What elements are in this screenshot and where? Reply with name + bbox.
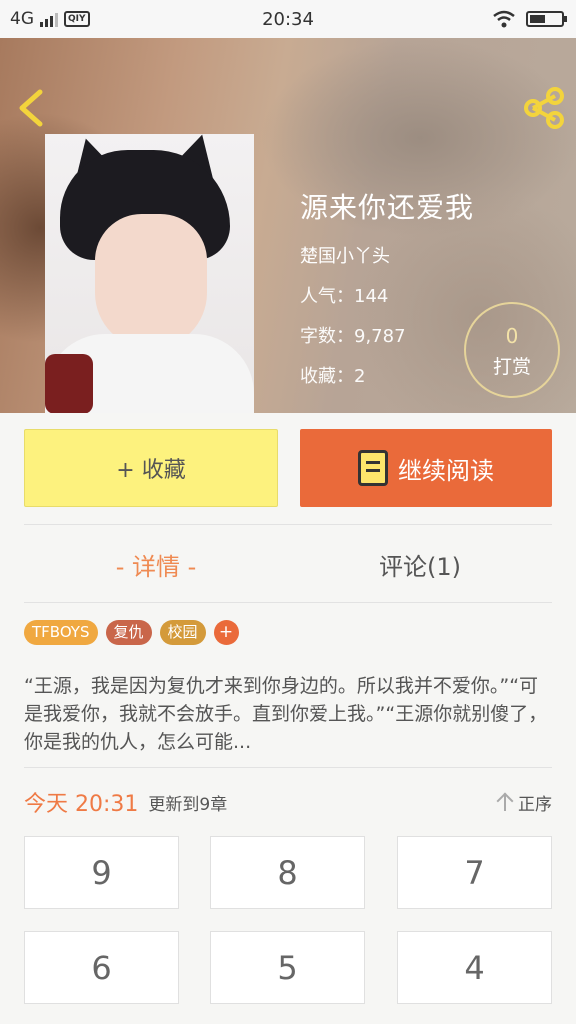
tab-details[interactable]: - 详情 - bbox=[24, 525, 288, 603]
detail-tabs: - 详情 - 评论(1) bbox=[24, 525, 552, 603]
chapter-button-5[interactable]: 5 bbox=[210, 931, 365, 1004]
sort-order-button[interactable]: 正序 bbox=[496, 790, 552, 815]
sort-order-label: 正序 bbox=[518, 794, 552, 815]
chapter-button-6[interactable]: 6 bbox=[24, 931, 179, 1004]
update-row: 今天 20:31 更新到9章 正序 bbox=[24, 786, 552, 818]
book-icon bbox=[358, 450, 388, 486]
book-info: 源来你还爱我 楚国小丫头 人气：144 字数：9,787 收藏：2 bbox=[300, 186, 474, 388]
chapter-button-4[interactable]: 4 bbox=[397, 931, 552, 1004]
continue-reading-label: 继续阅读 bbox=[398, 456, 494, 485]
add-favorite-button[interactable]: + 收藏 bbox=[24, 429, 278, 507]
book-author[interactable]: 楚国小丫头 bbox=[300, 242, 474, 268]
chapter-button-9[interactable]: 9 bbox=[24, 836, 179, 909]
book-cover-image[interactable] bbox=[45, 134, 254, 413]
arrow-up-icon bbox=[496, 793, 514, 811]
book-summary[interactable]: “王源，我是因为复仇才来到你身边的。所以我并不爱你。”“可是我爱你，我就不会放手… bbox=[24, 672, 554, 756]
divider bbox=[24, 602, 552, 603]
update-time: 今天 20:31 bbox=[24, 792, 139, 817]
clock: 20:34 bbox=[262, 9, 314, 30]
action-buttons: + 收藏 继续阅读 bbox=[24, 429, 552, 507]
word-count-row: 字数：9,787 bbox=[300, 326, 406, 347]
status-right bbox=[492, 10, 567, 28]
wifi-icon bbox=[493, 10, 515, 28]
favorites-value: 2 bbox=[354, 366, 366, 387]
book-header: 源来你还爱我 楚国小丫头 人气：144 字数：9,787 收藏：2 0 打赏 bbox=[0, 38, 576, 413]
popularity-row: 人气：144 bbox=[300, 286, 389, 307]
tag-revenge[interactable]: 复仇 bbox=[105, 620, 152, 645]
tip-label: 打赏 bbox=[492, 356, 531, 378]
update-text: 更新到9章 bbox=[148, 794, 228, 815]
tab-comments[interactable]: 评论(1) bbox=[288, 525, 552, 603]
tag-list: TFBOYS 复仇 校园 + bbox=[24, 620, 239, 645]
favorites-row: 收藏：2 bbox=[300, 366, 366, 387]
chapter-button-8[interactable]: 8 bbox=[210, 836, 365, 909]
tip-button[interactable]: 0 打赏 bbox=[464, 302, 560, 398]
back-icon[interactable] bbox=[14, 88, 48, 128]
continue-reading-button[interactable]: 继续阅读 bbox=[300, 429, 552, 507]
chapter-button-7[interactable]: 7 bbox=[397, 836, 552, 909]
book-title: 源来你还爱我 bbox=[300, 191, 475, 224]
divider bbox=[24, 767, 552, 768]
word-count-value: 9,787 bbox=[354, 326, 406, 347]
popularity-value: 144 bbox=[354, 286, 389, 307]
tag-tfboys[interactable]: TFBOYS bbox=[24, 620, 98, 645]
battery-icon bbox=[526, 11, 567, 27]
tag-campus[interactable]: 校园 bbox=[159, 620, 206, 645]
status-bar: 4G QIY 20:34 bbox=[0, 0, 576, 38]
share-icon[interactable] bbox=[522, 86, 566, 130]
add-tag-button[interactable]: + bbox=[213, 620, 239, 645]
tip-count: 0 bbox=[505, 324, 519, 348]
